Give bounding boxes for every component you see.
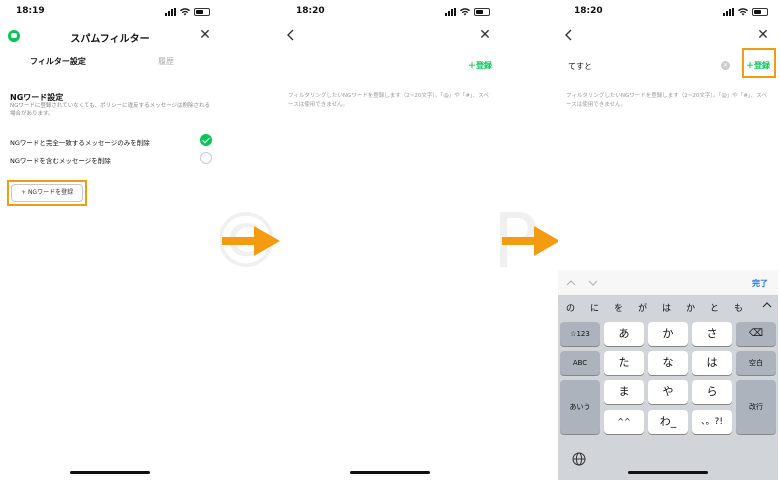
- screen-ng-word-input: 18:20 ✕ てすと ✕ ＋登録 フィルタリングしたいNGワードを登録します（…: [558, 0, 778, 480]
- key-space[interactable]: 空白: [736, 351, 776, 375]
- chevron-left-icon[interactable]: [562, 28, 576, 42]
- arrow-right-icon: [222, 226, 280, 256]
- key-punctuation[interactable]: 、。?!: [692, 410, 732, 434]
- wifi-icon: [738, 8, 748, 16]
- wifi-icon: [460, 8, 470, 16]
- signal-icon: [723, 8, 734, 16]
- status-time: 18:20: [296, 6, 325, 16]
- close-icon[interactable]: ✕: [198, 28, 212, 42]
- helper-text: フィルタリングしたいNGワードを登録します（2~20文字）。「@」や「#」、スペ…: [288, 93, 489, 108]
- globe-icon[interactable]: [572, 452, 586, 466]
- key-ka[interactable]: か: [648, 322, 688, 346]
- input-value: てすと: [568, 62, 592, 71]
- tab-history[interactable]: 履歴: [158, 56, 174, 67]
- key-ra[interactable]: ら: [692, 380, 732, 404]
- keyboard-toolbar: 完了: [558, 270, 778, 296]
- page-title: スパムフィルター: [70, 34, 150, 45]
- option-label: NGワードと完全一致するメッセージのみを削除: [10, 139, 150, 147]
- prediction-item[interactable]: か: [686, 301, 695, 314]
- key-ha[interactable]: は: [692, 351, 732, 375]
- home-indicator: [70, 471, 150, 474]
- option-contains[interactable]: NGワードを含むメッセージを削除: [10, 152, 212, 166]
- key-wa[interactable]: わ_: [648, 410, 688, 434]
- ng-word-input[interactable]: てすと ✕: [568, 58, 730, 72]
- key-a[interactable]: あ: [604, 322, 644, 346]
- key-ma[interactable]: ま: [604, 380, 644, 404]
- check-on-icon[interactable]: [200, 134, 212, 146]
- prediction-item[interactable]: を: [614, 301, 623, 314]
- key-kana[interactable]: あいう: [560, 380, 600, 434]
- plus-icon: +: [20, 189, 26, 196]
- add-ng-word-label: NGワードを登録: [27, 189, 74, 196]
- prediction-item[interactable]: の: [566, 301, 575, 314]
- battery-icon: [752, 8, 768, 16]
- screen-spam-filter-settings: 18:19 スパムフィルター ✕ フィルター設定 履歴 NGワード設定 NGワー…: [0, 0, 220, 480]
- register-button[interactable]: ＋登録: [468, 60, 492, 71]
- signal-icon: [165, 8, 176, 16]
- prediction-bar: の に を が は か と も: [558, 296, 778, 318]
- key-ya[interactable]: や: [648, 380, 688, 404]
- prediction-item[interactable]: が: [638, 301, 647, 314]
- tab-filter-settings[interactable]: フィルター設定: [30, 56, 86, 67]
- status-bar: 18:20: [280, 6, 500, 20]
- key-na[interactable]: な: [648, 351, 688, 375]
- register-button[interactable]: ＋登録: [746, 60, 770, 71]
- home-indicator: [350, 471, 430, 474]
- done-button[interactable]: 完了: [752, 278, 768, 289]
- battery-icon: [194, 8, 210, 16]
- keyboard: 完了 の に を が は か と も ☆123 あ か さ ⌫ ABC た な …: [558, 270, 778, 480]
- status-bar: 18:20: [558, 6, 778, 20]
- home-indicator: [628, 471, 708, 474]
- prediction-item[interactable]: は: [662, 301, 671, 314]
- tab-bar: フィルター設定 履歴: [0, 56, 220, 72]
- status-time: 18:20: [574, 6, 603, 16]
- key-sa[interactable]: さ: [692, 322, 732, 346]
- close-icon[interactable]: ✕: [756, 28, 770, 42]
- status-time: 18:19: [16, 6, 45, 16]
- chevron-up-icon[interactable]: [762, 300, 772, 310]
- check-off-icon[interactable]: [200, 152, 212, 164]
- section-description: NGワードに登録されていなくても、ポリシーに違反するメッセージは削除される場合が…: [10, 103, 210, 117]
- key-ta[interactable]: た: [604, 351, 644, 375]
- backspace-icon[interactable]: ⌫: [736, 322, 776, 346]
- register-label: 登録: [476, 61, 492, 70]
- status-bar: 18:19: [0, 6, 220, 20]
- screen-ng-word-register: 18:20 ✕ ＋登録 フィルタリングしたいNGワードを登録します（2~20文字…: [280, 0, 500, 480]
- chevron-left-icon[interactable]: [284, 28, 298, 42]
- wifi-icon: [180, 8, 190, 16]
- option-exact-match[interactable]: NGワードと完全一致するメッセージのみを削除: [10, 134, 212, 148]
- key-abc[interactable]: ABC: [560, 351, 600, 375]
- helper-text: フィルタリングしたいNGワードを登録します（2~20文字）。「@」や「#」、スペ…: [566, 93, 767, 108]
- option-label: NGワードを含むメッセージを削除: [10, 157, 111, 165]
- add-ng-word-button[interactable]: + NGワードを登録: [11, 184, 83, 202]
- prediction-item[interactable]: に: [590, 301, 599, 314]
- prediction-item[interactable]: も: [734, 301, 743, 314]
- signal-icon: [445, 8, 456, 16]
- register-label: 登録: [754, 61, 770, 70]
- prediction-item[interactable]: と: [710, 301, 719, 314]
- close-icon[interactable]: ✕: [478, 28, 492, 42]
- clear-icon[interactable]: ✕: [721, 61, 730, 70]
- key-return[interactable]: 改行: [736, 380, 776, 434]
- battery-icon: [474, 8, 490, 16]
- chevron-up-icon[interactable]: [566, 278, 576, 288]
- arrow-right-icon: [502, 226, 560, 256]
- key-emoticon[interactable]: ^^: [604, 410, 644, 434]
- chevron-down-icon[interactable]: [588, 278, 598, 288]
- key-numbers[interactable]: ☆123: [560, 322, 600, 346]
